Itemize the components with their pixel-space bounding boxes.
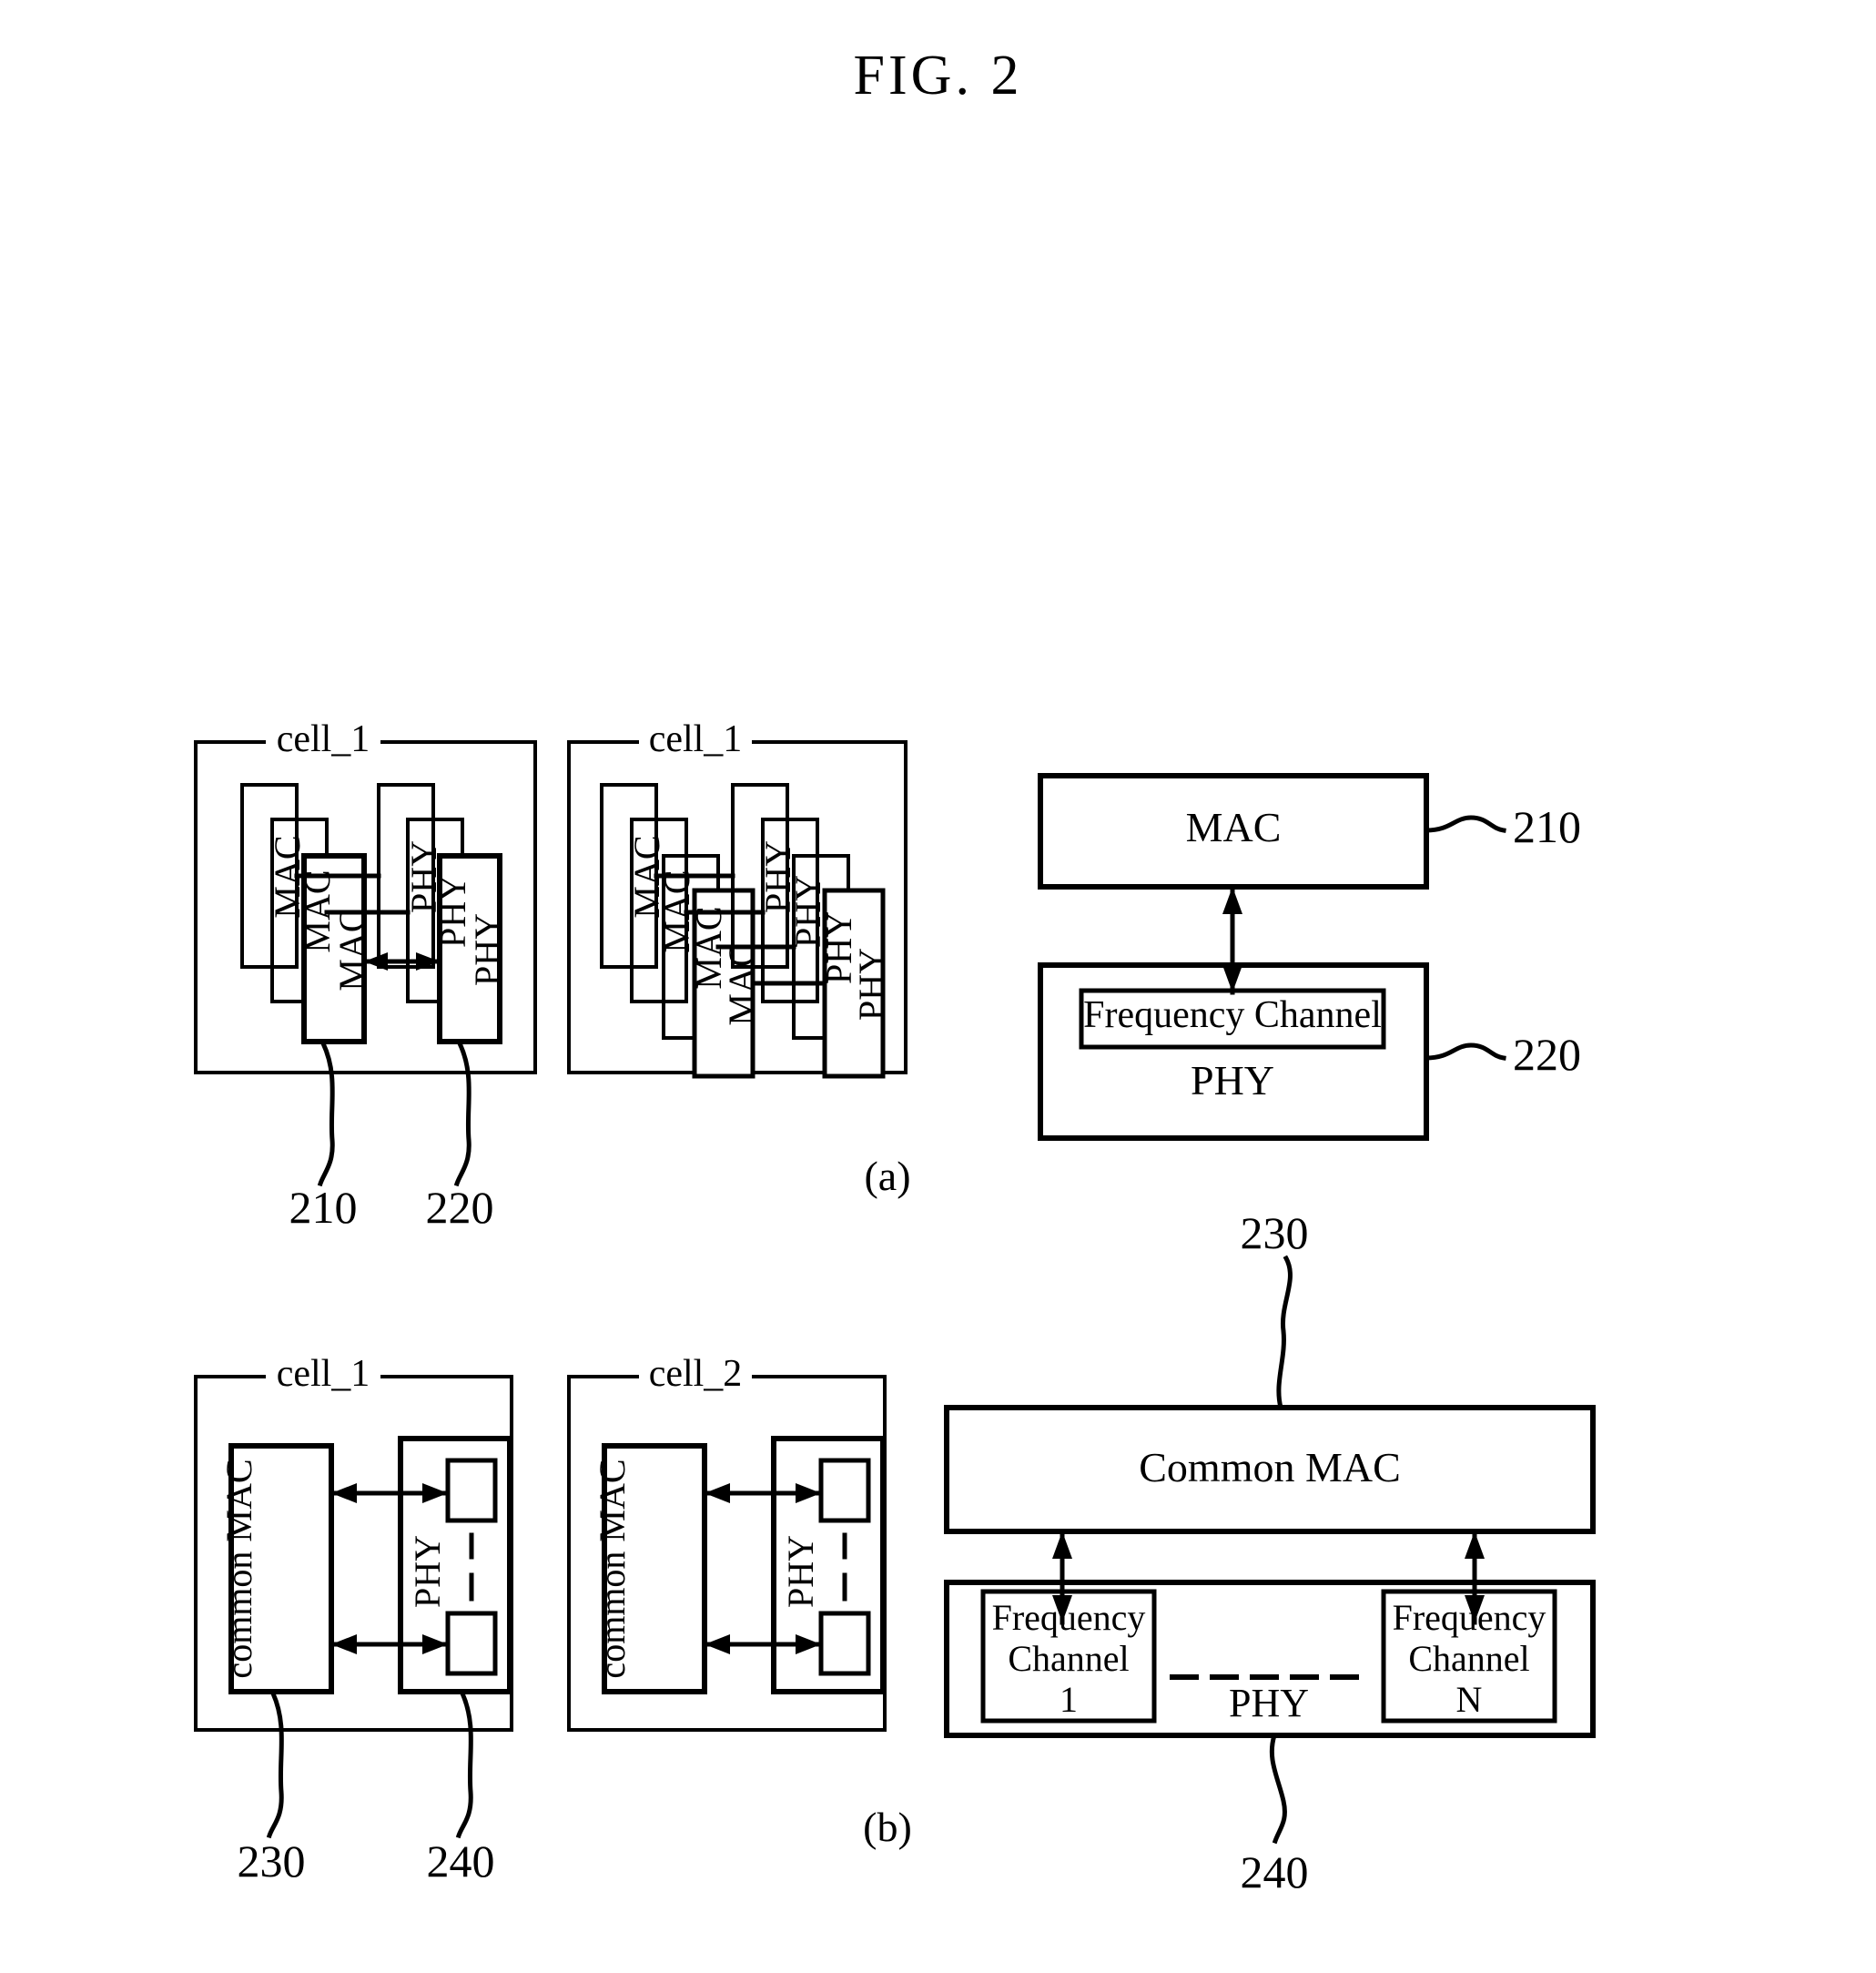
frequency-channel-n-line3: N [1455,1679,1483,1720]
detail-mac-label: MAC [1185,804,1282,850]
frequency-channel-n-line2: Channel [1408,1638,1530,1679]
reference-number-240-detail: 240 [1240,1846,1309,1897]
detail-common-mac-label: Common MAC [1139,1444,1401,1490]
cell-label-a-left: cell_1 [276,718,370,760]
part-label-a: (a) [864,1153,911,1199]
cell-label-b-right: cell_2 [648,1353,743,1395]
phy-label: PHY [407,1534,448,1609]
reference-number-230-detail: 230 [1240,1207,1309,1258]
common-mac-label: common MAC [218,1459,259,1679]
phy-label: PHY [780,1534,821,1609]
frequency-channel-n-line1: Frequency [1392,1597,1546,1638]
detail-phy-label: PHY [1190,1057,1275,1103]
reference-number-220-detail: 220 [1513,1029,1581,1080]
part-label-b: (b) [863,1804,912,1850]
reference-number-220: 220 [425,1182,494,1233]
reference-number-230: 230 [237,1836,306,1887]
frequency-channel-1-line3: 1 [1060,1679,1078,1720]
common-mac-label: common MAC [592,1459,633,1679]
frequency-channel-label: Frequency Channel [1083,994,1382,1036]
reference-number-210: 210 [289,1182,358,1233]
patent-figure: FIG. 2 cell_1 MAC MAC MAC PHY PHY PHY 21… [0,0,1876,1973]
reference-number-210-detail: 210 [1513,801,1581,852]
mac-box-label: MAC [721,942,762,1026]
reference-number-240: 240 [426,1836,495,1887]
mac-box-label: MAC [331,908,372,992]
figure-line-art [194,740,1596,1845]
cell-label-a-right: cell_1 [648,718,743,760]
cell-label-b-left: cell_1 [276,1353,370,1395]
phy-box-label: PHY [467,912,508,987]
phy-box-label: PHY [851,947,892,1022]
detail-phy-label-b: PHY [1228,1681,1310,1725]
frequency-channel-1-line2: Channel [1008,1638,1130,1679]
frequency-channel-1-line1: Frequency [991,1597,1146,1638]
